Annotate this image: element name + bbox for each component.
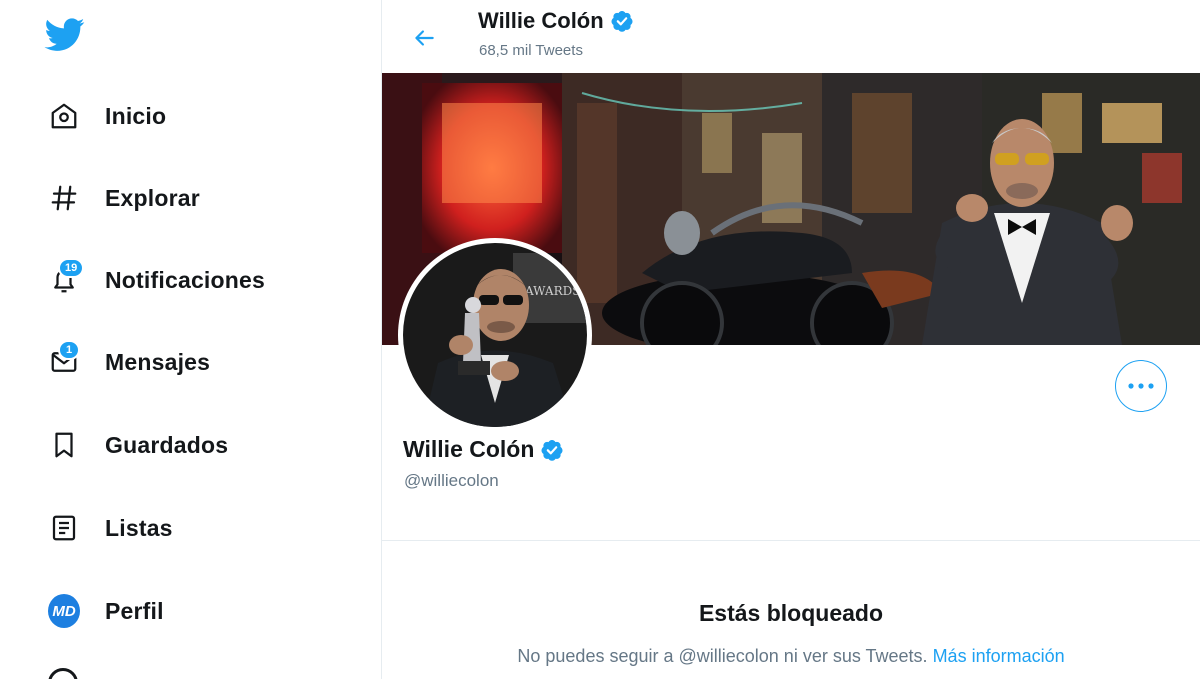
- profile-avatar-text: MD: [48, 594, 80, 628]
- profile-handle: @williecolon: [404, 471, 499, 490]
- sidebar: Inicio Explorar 19 Notificaciones 1 Mens…: [0, 0, 381, 679]
- sidebar-item-label: Perfil: [105, 597, 164, 624]
- arrow-left-icon: [415, 30, 434, 46]
- section-divider: [382, 540, 1200, 541]
- sidebar-item-label: Explorar: [105, 184, 200, 211]
- more-options-button[interactable]: [1115, 360, 1167, 412]
- profile-name: Willie Colón: [403, 436, 564, 463]
- sidebar-item-mensajes[interactable]: 1 Mensajes: [36, 336, 222, 388]
- notification-badge: 19: [58, 258, 85, 278]
- header-name: Willie Colón: [478, 8, 604, 33]
- hashtag-icon: [48, 182, 80, 214]
- sidebar-item-inicio[interactable]: Inicio: [36, 90, 178, 142]
- page-title: Willie Colón: [478, 8, 634, 34]
- blocked-message-text: No puedes seguir a @williecolon ni ver s…: [517, 646, 928, 666]
- home-icon: [48, 100, 80, 132]
- profile-display-name: Willie Colón: [403, 436, 535, 462]
- profile-avatar: MD: [48, 594, 80, 628]
- sidebar-item-label: Guardados: [105, 431, 229, 458]
- sidebar-item-listas[interactable]: Listas: [36, 502, 185, 554]
- sidebar-item-label: Inicio: [105, 102, 167, 129]
- ellipsis-icon: [1128, 383, 1154, 389]
- profile-column: Willie Colón 68,5 mil Tweets AWARDS Will…: [382, 0, 1200, 679]
- message-badge: 1: [58, 340, 80, 360]
- verified-badge-icon: [611, 11, 633, 32]
- more-info-link[interactable]: Más información: [933, 646, 1065, 666]
- blocked-title: Estás bloqueado: [698, 600, 884, 626]
- svg-text:AWARDS: AWARDS: [524, 284, 580, 298]
- sidebar-item-explorar[interactable]: Explorar: [36, 172, 212, 224]
- profile-avatar-large[interactable]: AWARDS: [398, 238, 592, 432]
- sidebar-item-label: Listas: [105, 514, 173, 541]
- verified-badge-icon: [541, 439, 563, 461]
- sidebar-item-perfil[interactable]: MD Perfil: [36, 585, 176, 637]
- twitter-logo-icon[interactable]: [44, 14, 86, 54]
- sidebar-item-label: Notificaciones: [105, 266, 266, 293]
- sidebar-item-label: Mensajes: [105, 348, 211, 375]
- profile-header: Willie Colón 68,5 mil Tweets: [382, 0, 1200, 72]
- tweet-count: 68,5 mil Tweets: [479, 42, 583, 59]
- back-button[interactable]: [406, 20, 442, 56]
- blocked-message: No puedes seguir a @williecolon ni ver s…: [382, 646, 1200, 667]
- envelope-icon: 1: [48, 340, 80, 378]
- more-options-icon[interactable]: [48, 668, 78, 679]
- bell-icon: 19: [48, 258, 85, 296]
- list-icon: [48, 512, 80, 544]
- sidebar-item-guardados[interactable]: Guardados: [36, 419, 240, 471]
- bookmark-icon: [48, 429, 80, 461]
- sidebar-item-notificaciones[interactable]: 19 Notificaciones: [36, 254, 277, 306]
- avatar-photo: AWARDS: [403, 243, 587, 427]
